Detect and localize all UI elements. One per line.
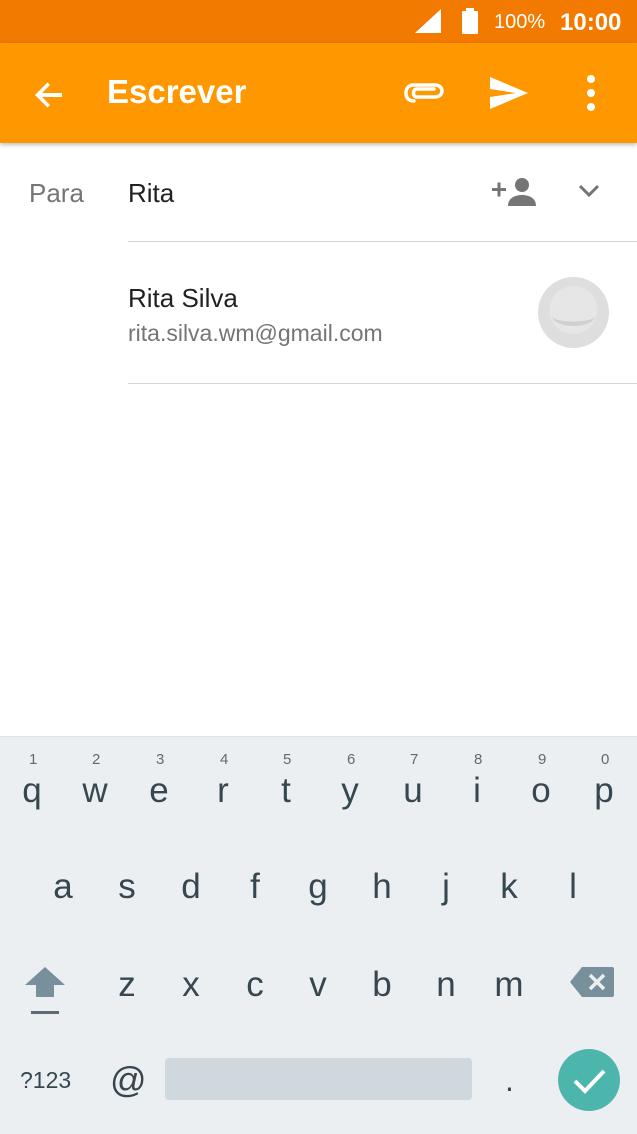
chevron-down-icon — [578, 184, 600, 198]
default-avatar-icon — [549, 286, 598, 334]
shift-key[interactable] — [22, 965, 68, 1021]
key-o[interactable]: 9o — [516, 751, 566, 811]
app-bar: Escrever — [0, 43, 637, 143]
key-g[interactable]: g — [293, 867, 343, 907]
attach-button[interactable] — [402, 75, 446, 111]
status-bar: 100% 10:00 — [0, 0, 637, 43]
key-t[interactable]: 5t — [261, 751, 311, 811]
key-r[interactable]: 4r — [198, 751, 248, 811]
more-options-button[interactable] — [576, 71, 606, 115]
key-s[interactable]: s — [102, 867, 152, 907]
battery-icon — [462, 8, 478, 34]
at-key[interactable]: @ — [110, 1059, 147, 1101]
key-i[interactable]: 8i — [452, 751, 502, 811]
space-key[interactable] — [165, 1058, 472, 1100]
contact-suggestion[interactable]: Rita Silva rita.silva.wm@gmail.com — [0, 242, 637, 384]
key-l[interactable]: l — [548, 867, 598, 907]
key-u[interactable]: 7u — [388, 751, 438, 811]
key-w[interactable]: 2w — [70, 751, 120, 811]
key-k[interactable]: k — [484, 867, 534, 907]
to-label: Para — [29, 178, 84, 208]
key-p[interactable]: 0p — [579, 751, 629, 811]
clock: 10:00 — [560, 9, 622, 36]
avatar — [538, 277, 609, 348]
backspace-key[interactable] — [568, 965, 616, 1001]
key-f[interactable]: f — [230, 867, 280, 907]
key-z[interactable]: z — [102, 965, 152, 1005]
battery-percentage: 100% — [494, 11, 546, 33]
more-vert-icon — [587, 75, 595, 111]
expand-recipients-button[interactable] — [574, 176, 604, 206]
contact-email: rita.silva.wm@gmail.com — [128, 320, 383, 346]
key-x[interactable]: x — [166, 965, 216, 1005]
check-icon — [573, 1069, 606, 1094]
send-button[interactable] — [486, 71, 532, 115]
paperclip-icon — [404, 83, 444, 103]
signal-icon — [415, 9, 441, 33]
key-j[interactable]: j — [421, 867, 471, 907]
key-h[interactable]: h — [357, 867, 407, 907]
key-q[interactable]: 1q — [7, 751, 57, 811]
divider — [128, 383, 637, 384]
key-e[interactable]: 3e — [134, 751, 184, 811]
person-add-icon — [492, 178, 536, 206]
contact-name: Rita Silva — [128, 283, 238, 313]
key-y[interactable]: 6y — [325, 751, 375, 811]
key-d[interactable]: d — [166, 867, 216, 907]
key-c[interactable]: c — [230, 965, 280, 1005]
key-m[interactable]: m — [484, 965, 534, 1005]
period-key[interactable]: . — [505, 1062, 514, 1099]
back-button[interactable] — [28, 73, 72, 117]
symbols-key[interactable]: ?123 — [20, 1067, 71, 1094]
add-contact-button[interactable] — [490, 172, 538, 212]
key-b[interactable]: b — [357, 965, 407, 1005]
shift-icon — [25, 967, 65, 1014]
done-key[interactable] — [558, 1049, 620, 1111]
page-title: Escrever — [107, 73, 247, 110]
soft-keyboard: 1q 2w 3e 4r 5t 6y 7u 8i 9o 0p a s d f g … — [0, 736, 637, 1134]
to-input[interactable]: Rita — [128, 178, 174, 209]
key-a[interactable]: a — [38, 867, 88, 907]
key-n[interactable]: n — [421, 965, 471, 1005]
key-v[interactable]: v — [293, 965, 343, 1005]
backspace-icon — [570, 967, 614, 997]
arrow-left-icon — [35, 82, 62, 108]
send-icon — [490, 77, 528, 109]
